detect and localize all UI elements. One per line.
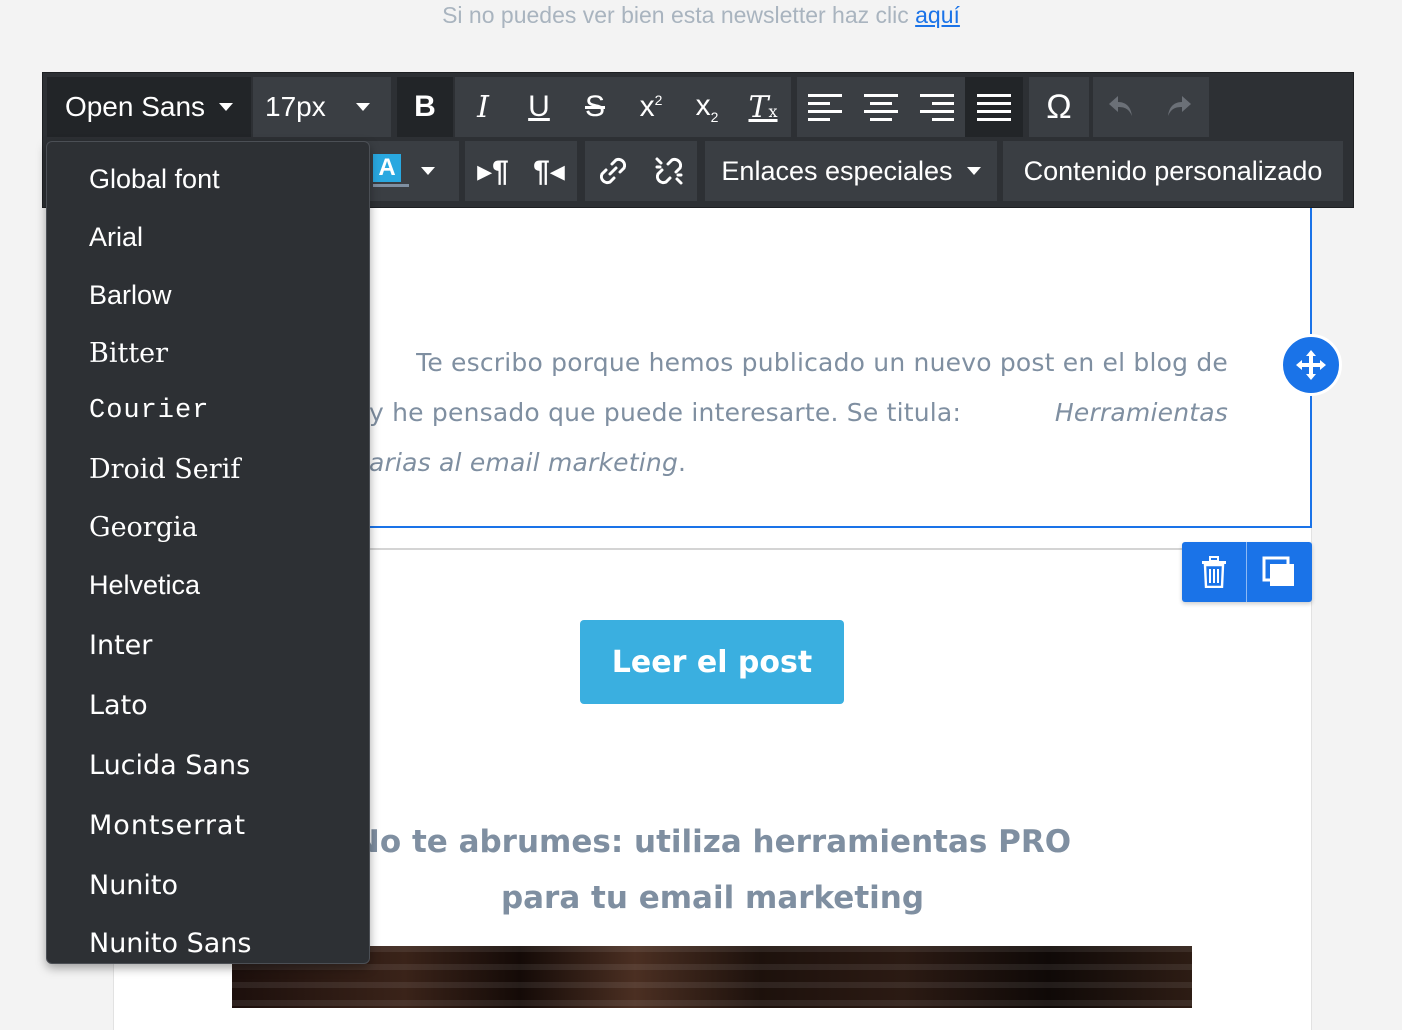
italic-button[interactable]: I <box>455 77 511 137</box>
body-paragraph[interactable]: Te escribo porque hemos publicado un nue… <box>235 338 1228 488</box>
font-option-nunito-sans[interactable]: Nunito Sans <box>89 928 251 959</box>
paragraph-rtl-icon: ¶◂ <box>533 154 565 188</box>
underline-icon: U <box>528 90 550 123</box>
para-line-3: arias al email marketing. <box>235 438 1228 488</box>
subscript-button[interactable]: x2 <box>679 77 735 137</box>
bold-button[interactable]: B <box>397 77 453 137</box>
italic-icon: I <box>477 89 489 125</box>
link-icon <box>599 157 627 185</box>
chevron-down-icon <box>966 167 981 175</box>
para-line-1: Te escribo porque hemos publicado un nue… <box>416 348 1228 377</box>
duplicate-block-button[interactable] <box>1246 542 1311 602</box>
ltr-direction-button[interactable]: ▸¶ <box>465 141 521 201</box>
strikethrough-icon: S <box>584 90 605 123</box>
strikethrough-button[interactable]: S <box>567 77 623 137</box>
font-option-helvetica[interactable]: Helvetica <box>89 570 200 601</box>
para-period: . <box>678 448 687 477</box>
font-option-global[interactable]: Global font <box>89 164 220 195</box>
align-center-icon <box>864 94 898 121</box>
font-size-select[interactable]: 17px <box>253 77 391 137</box>
custom-content-label: Contenido personalizado <box>1023 155 1323 186</box>
para-line-2-text: y he pensado que puede interesarte. Se t… <box>369 398 962 427</box>
font-family-menu: Global font Arial Barlow Bitter Courier … <box>46 141 370 964</box>
align-justify-button[interactable] <box>965 77 1023 137</box>
move-block-icon[interactable] <box>1280 334 1342 396</box>
rtl-direction-button[interactable]: ¶◂ <box>521 141 577 201</box>
font-family-select[interactable]: Open Sans <box>47 77 251 137</box>
chevron-down-icon <box>219 103 234 111</box>
view-online-link[interactable]: aquí <box>915 2 960 28</box>
newsletter-view-note: Si no puedes ver bien esta newsletter ha… <box>0 0 1402 30</box>
redo-icon <box>1168 96 1191 116</box>
special-links-select[interactable]: Enlaces especiales <box>705 141 997 201</box>
block-actions <box>1182 542 1312 602</box>
undo-icon <box>1109 96 1132 116</box>
align-left-icon <box>808 94 842 121</box>
delete-block-button[interactable] <box>1182 542 1246 602</box>
font-option-courier[interactable]: Courier <box>89 396 209 426</box>
text-color-letter: A <box>373 154 401 182</box>
remove-link-button[interactable] <box>641 141 697 201</box>
superscript-button[interactable]: x2 <box>623 77 679 137</box>
omega-icon: Ω <box>1046 87 1072 126</box>
trash-icon <box>1202 556 1226 588</box>
align-center-button[interactable] <box>853 77 909 137</box>
heading-line-2: para tu email marketing <box>500 880 925 916</box>
font-size-value: 17px <box>265 91 326 122</box>
superscript-icon: x2 <box>639 90 663 123</box>
font-option-arial[interactable]: Arial <box>89 222 143 253</box>
post-title-part-2: arias al email marketing <box>369 448 679 477</box>
font-option-montserrat[interactable]: Montserrat <box>89 810 246 841</box>
paragraph-ltr-icon: ▸¶ <box>477 154 509 188</box>
duplicate-icon <box>1262 556 1294 586</box>
heading-line-1: No te abrumes: utiliza herramientas PRO <box>353 824 1072 860</box>
read-post-button[interactable]: Leer el post <box>580 620 844 704</box>
font-option-lucida-sans[interactable]: Lucida Sans <box>89 750 250 781</box>
chevron-down-icon <box>421 167 435 175</box>
special-character-button[interactable]: Ω <box>1029 77 1089 137</box>
undo-button[interactable] <box>1093 77 1149 137</box>
align-justify-icon <box>977 94 1011 121</box>
font-option-droid-serif[interactable]: Droid Serif <box>89 454 240 485</box>
align-right-icon <box>920 94 954 121</box>
newsletter-view-text: Si no puedes ver bien esta newsletter ha… <box>442 2 916 28</box>
clear-format-icon: Tx <box>748 89 778 125</box>
text-color-icon: A <box>373 154 409 188</box>
font-family-value: Open Sans <box>64 91 206 122</box>
insert-link-button[interactable] <box>585 141 641 201</box>
unlink-icon <box>655 157 683 185</box>
custom-content-button[interactable]: Contenido personalizado <box>1003 141 1343 201</box>
text-color-button[interactable]: A <box>363 141 459 201</box>
font-option-nunito[interactable]: Nunito <box>89 870 178 901</box>
post-image <box>232 946 1192 1008</box>
underline-button[interactable]: U <box>511 77 567 137</box>
font-option-lato[interactable]: Lato <box>89 690 148 721</box>
bold-icon: B <box>414 90 436 123</box>
subscript-icon: x2 <box>695 89 719 125</box>
special-links-label: Enlaces especiales <box>721 155 953 186</box>
font-option-inter[interactable]: Inter <box>89 630 152 661</box>
align-right-button[interactable] <box>909 77 965 137</box>
font-option-georgia[interactable]: Georgia <box>89 512 198 543</box>
font-option-barlow[interactable]: Barlow <box>89 280 172 311</box>
chevron-down-icon <box>355 103 370 111</box>
section-heading: No te abrumes: utiliza herramientas PRO … <box>235 814 1190 926</box>
redo-button[interactable] <box>1149 77 1209 137</box>
clear-format-button[interactable]: Tx <box>735 77 791 137</box>
font-option-bitter[interactable]: Bitter <box>89 338 168 369</box>
align-left-button[interactable] <box>797 77 853 137</box>
para-line-2: y he pensado que puede interesarte. Se t… <box>235 388 1228 438</box>
post-title-part-1: Herramientas <box>1054 398 1228 427</box>
